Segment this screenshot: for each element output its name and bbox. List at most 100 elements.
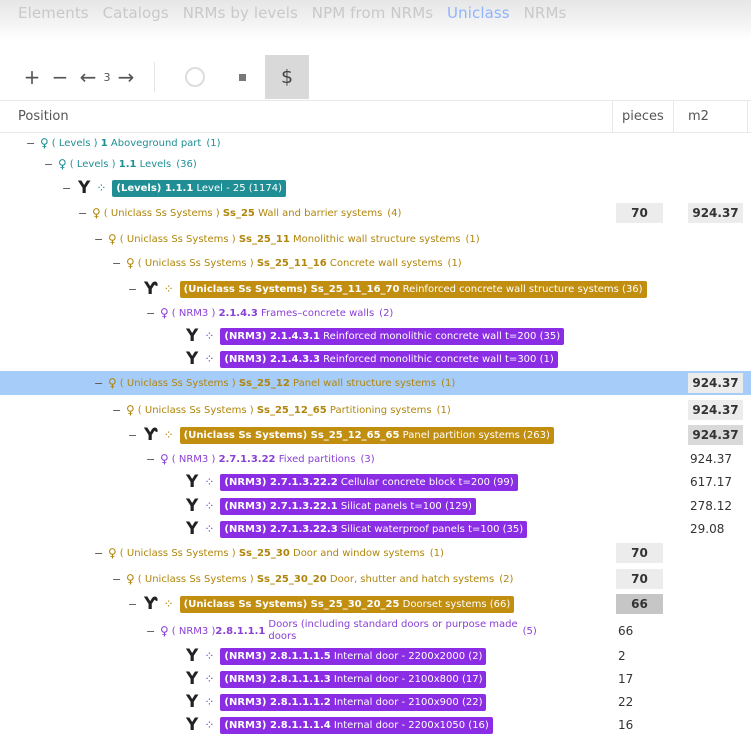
tree-row[interactable]: − Y ⁘ (Levels) 1.1.1 Level - 25 (1174) — [0, 176, 751, 200]
column-m2[interactable]: m2 — [688, 109, 709, 124]
tree-row[interactable]: Y ⁘ (NRM3) 2.8.1.1.1.3 Internal door - 2… — [0, 667, 751, 691]
tree-row[interactable]: − ♀ ( Levels ) 1.1 Levels (36) — [0, 152, 751, 176]
tree-row[interactable]: Y ⁘ (NRM3) 2.8.1.1.1.5 Internal door - 2… — [0, 644, 751, 668]
row-group: ( NRM3 ) — [171, 625, 216, 637]
collapse-toggle[interactable]: − — [128, 429, 140, 442]
collapse-toggle[interactable]: − — [112, 257, 124, 270]
tree-row[interactable]: − ♀ ( NRM3 ) 2.1.4.3 Frames–concrete wal… — [0, 301, 751, 325]
fork-icon: Y — [186, 326, 199, 346]
m2-cell: 924.37 — [688, 425, 743, 445]
row-code: 2.8.1.1.1 — [215, 625, 266, 637]
row-count: (36) — [622, 283, 643, 295]
pieces-cell: 17 — [618, 672, 634, 686]
level-indicator: 3 — [103, 70, 111, 84]
column-position[interactable]: Position — [18, 109, 69, 124]
group-icon: ♀ — [108, 546, 117, 560]
collapse-toggle[interactable]: − — [112, 573, 124, 586]
row-name: Doorset systems — [399, 598, 487, 610]
collapse-toggle[interactable]: − — [94, 547, 106, 560]
row-count: (1) — [447, 257, 462, 269]
row-code: 2.8.1.1.1.2 — [269, 696, 331, 708]
row-count: (66) — [489, 598, 511, 610]
tree-row[interactable]: − Ƴ ⁘ (Uniclass Ss Systems) Ss_25_30_20_… — [0, 592, 751, 616]
tree-row[interactable]: − ♀ ( Uniclass Ss Systems ) Ss_25 Wall a… — [0, 201, 751, 225]
cost-toggle-button[interactable]: $ — [265, 55, 309, 99]
breadcrumb-npm-from-nrms[interactable]: NPM from NRMs — [312, 4, 433, 22]
breadcrumb-nrms-by-levels[interactable]: NRMs by levels — [183, 4, 298, 22]
tree-row[interactable]: − ♀ ( Uniclass Ss Systems ) Ss_25_30 Doo… — [0, 541, 751, 565]
row-name: Reinforced monolithic concrete wall t=20… — [319, 330, 537, 342]
row-count: (35) — [502, 523, 524, 535]
row-group: (NRM3) — [224, 650, 270, 662]
stop-button[interactable] — [219, 55, 265, 99]
row-name: Levels — [136, 158, 172, 170]
pieces-cell: 66 — [616, 594, 663, 614]
breadcrumb-nrms[interactable]: NRMs — [524, 4, 567, 22]
breadcrumb-catalogs[interactable]: Catalogs — [103, 4, 169, 22]
collapse-toggle[interactable]: − — [44, 158, 56, 171]
level-prev-button[interactable]: ← — [74, 55, 102, 99]
breadcrumb-uniclass[interactable]: Uniclass — [447, 4, 510, 22]
collapse-toggle[interactable]: − — [128, 283, 140, 296]
pieces-cell: 70 — [616, 569, 663, 589]
tree-row[interactable]: − Ƴ ⁘ (Uniclass Ss Systems) Ss_25_12_65_… — [0, 423, 751, 447]
tree-row[interactable]: − ♀ ( Uniclass Ss Systems ) Ss_25_11_16 … — [0, 251, 751, 275]
tree-row[interactable]: − ♀ ( NRM3 ) 2.7.1.3.22 Fixed partitions… — [0, 447, 751, 471]
row-count: (1) — [539, 353, 554, 365]
collapse-toggle[interactable]: − — [128, 598, 140, 611]
collapse-toggle[interactable]: − — [78, 207, 90, 220]
collapse-toggle[interactable]: − — [94, 377, 106, 390]
pieces-cell: 2 — [618, 649, 626, 663]
column-divider — [612, 101, 613, 132]
tree-row[interactable]: − ♀ ( Uniclass Ss Systems ) Ss_25_12_65 … — [0, 398, 751, 422]
tree-row[interactable]: Y ⁘ (NRM3) 2.7.1.3.22.1 Silicat panels t… — [0, 494, 751, 518]
collapse-button[interactable]: − — [46, 55, 74, 99]
expand-button[interactable]: + — [18, 55, 46, 99]
row-name: Panel wall structure systems — [289, 377, 437, 389]
tree-row[interactable]: − ♀ ( Uniclass Ss Systems ) Ss_25_30_20 … — [0, 567, 751, 591]
column-pieces[interactable]: pieces — [622, 109, 664, 124]
row-group: ( Uniclass Ss Systems ) — [119, 233, 239, 245]
collapse-toggle[interactable]: − — [146, 625, 158, 638]
tree-row[interactable]: Y ⁘ (NRM3) 2.1.4.3.3 Reinforced monolith… — [0, 347, 751, 371]
row-group: ( Uniclass Ss Systems ) — [119, 547, 239, 559]
row-name: Fixed partitions — [275, 453, 356, 465]
collapse-toggle[interactable]: − — [146, 307, 158, 320]
toolbar: + − ← 3 → $ — [18, 55, 309, 99]
dots-icon: ⁘ — [204, 718, 215, 732]
row-name: Silicat panels t=100 — [337, 500, 442, 512]
collapse-toggle[interactable]: − — [94, 233, 106, 246]
breadcrumb-elements[interactable]: Elements — [18, 4, 89, 22]
column-divider — [673, 101, 674, 132]
row-code: 2.1.4.3 — [218, 307, 258, 319]
group-icon: ♀ — [92, 206, 101, 220]
level-next-button[interactable]: → — [112, 55, 140, 99]
row-code: Ss_25 — [222, 207, 255, 219]
tree-row[interactable]: Y ⁘ (NRM3) 2.7.1.3.22.2 Cellular concret… — [0, 470, 751, 494]
tree-row[interactable]: Y ⁘ (NRM3) 2.8.1.1.1.4 Internal door - 2… — [0, 713, 751, 737]
tree-row[interactable]: Y ⁘ (NRM3) 2.1.4.3.1 Reinforced monolith… — [0, 324, 751, 348]
collapse-toggle[interactable]: − — [62, 182, 74, 195]
row-name: Internal door - 2100x900 — [330, 696, 459, 708]
collapse-toggle[interactable]: − — [26, 137, 38, 150]
row-code: 2.1.4.3.1 — [269, 330, 320, 342]
row-count: (99) — [493, 476, 514, 488]
row-name: Reinforced monolithic concrete wall t=30… — [319, 353, 537, 365]
tree-row[interactable]: − ♀ ( Uniclass Ss Systems ) Ss_25_11 Mon… — [0, 227, 751, 251]
tree-row[interactable]: Y ⁘ (NRM3) 2.7.1.3.22.3 Silicat waterpro… — [0, 517, 751, 541]
row-group: ( NRM3 ) — [171, 453, 219, 465]
row-group: ( Uniclass Ss Systems ) — [137, 404, 257, 416]
collapse-toggle[interactable]: − — [112, 404, 124, 417]
tree-row[interactable]: Y ⁘ (NRM3) 2.8.1.1.1.2 Internal door - 2… — [0, 690, 751, 714]
tree-row-selected[interactable]: − ♀ ( Uniclass Ss Systems ) Ss_25_12 Pan… — [0, 371, 751, 395]
fork-icon: Y — [186, 496, 199, 516]
row-code: Ss_25_12 — [238, 377, 290, 389]
row-name: Internal door - 2100x800 — [330, 673, 459, 685]
row-code: Ss_25_11_16_70 — [310, 283, 400, 295]
collapse-toggle[interactable]: − — [146, 453, 158, 466]
row-code: 2.8.1.1.1.3 — [269, 673, 331, 685]
tree-row[interactable]: − Ƴ ⁘ (Uniclass Ss Systems) Ss_25_11_16_… — [0, 277, 751, 301]
stop-icon — [238, 73, 246, 81]
breadcrumb: Elements Catalogs NRMs by levels NPM fro… — [18, 4, 575, 22]
tree-row[interactable]: − ♀ ( NRM3 ) 2.8.1.1.1 Doors (including … — [0, 616, 751, 646]
